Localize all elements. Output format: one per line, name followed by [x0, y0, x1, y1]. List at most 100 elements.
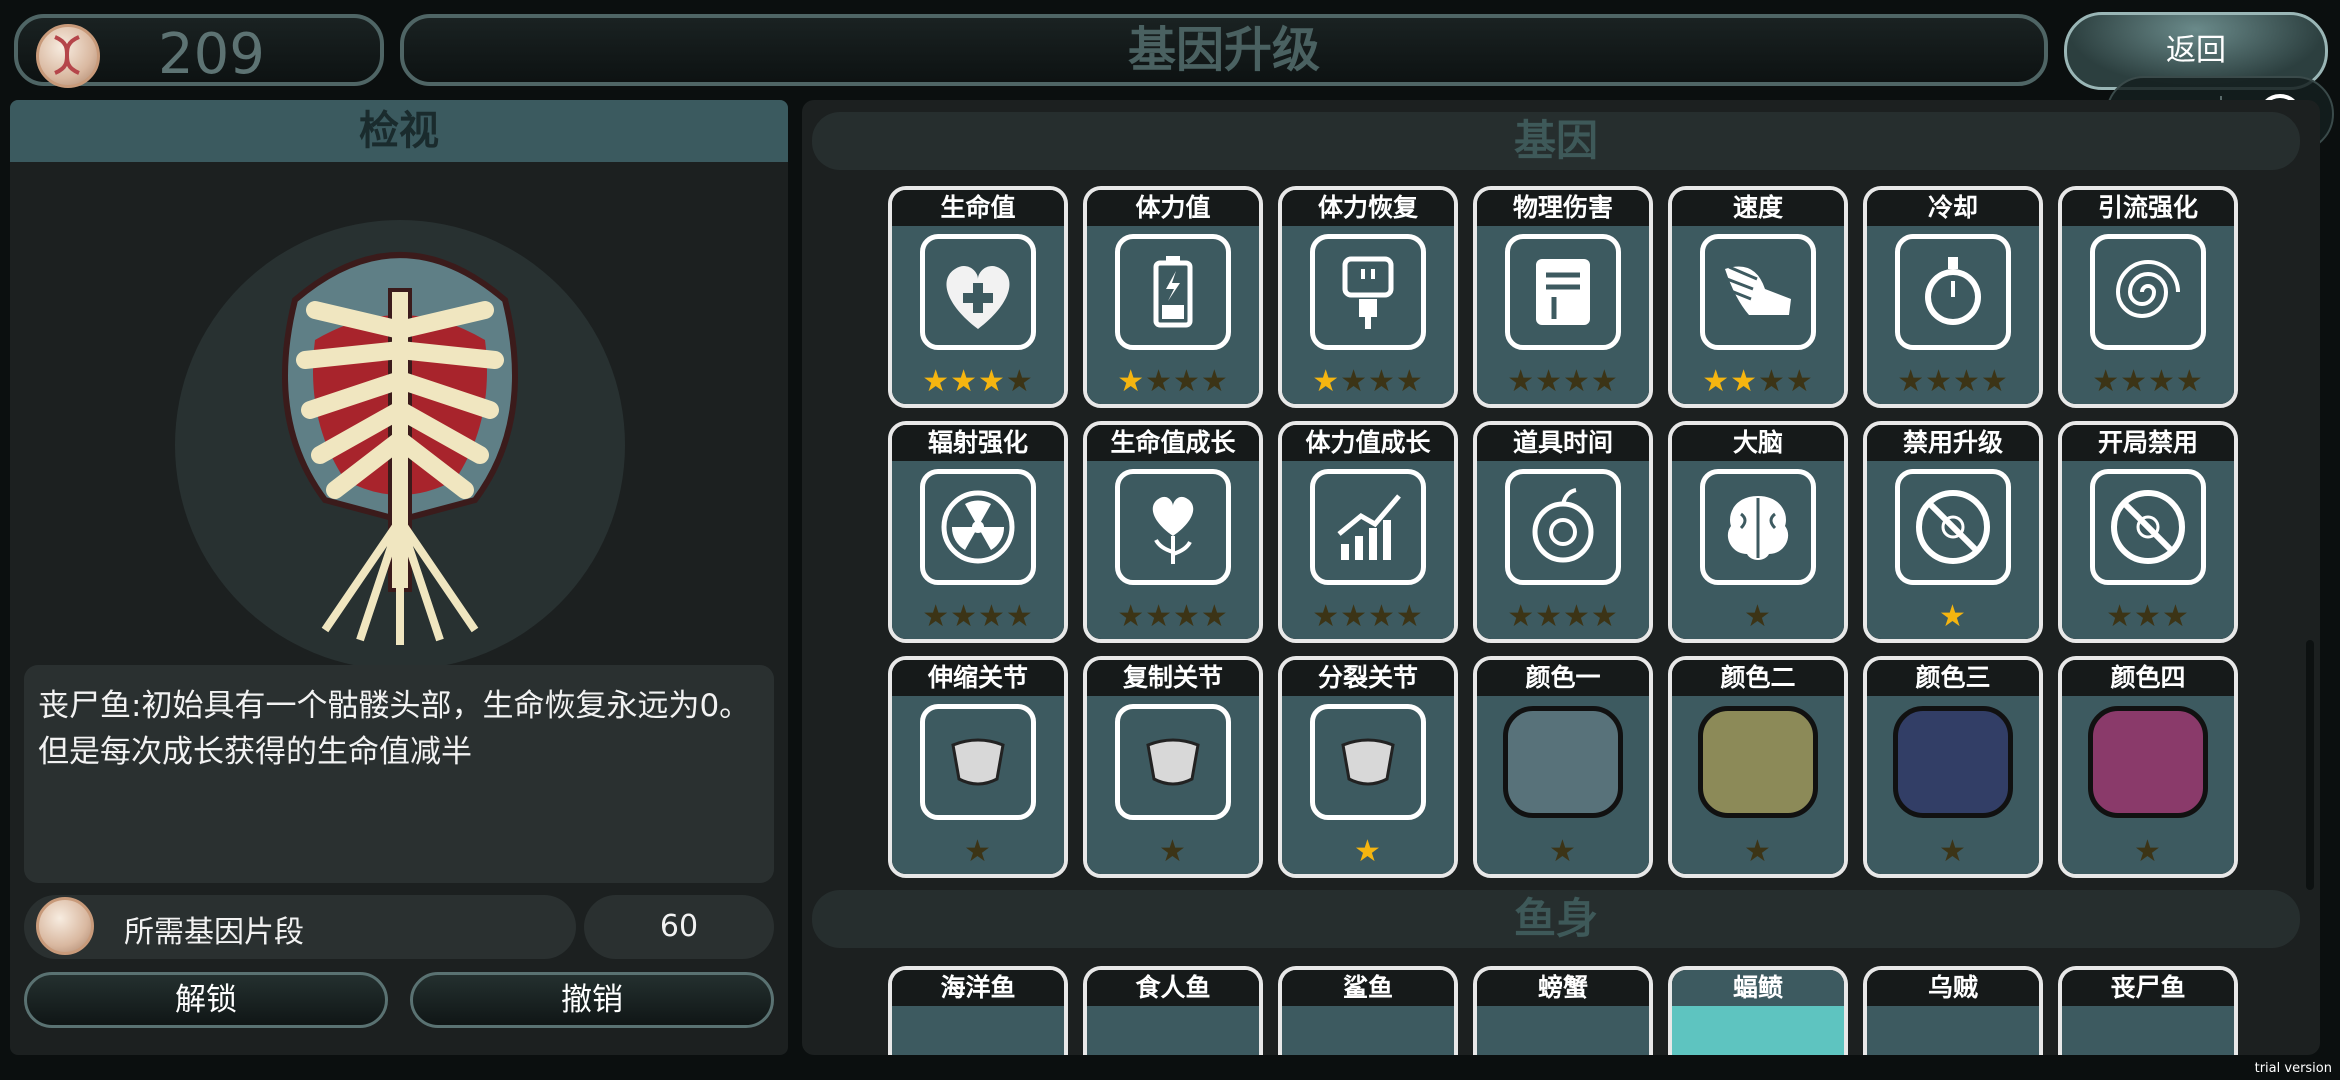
fish-body-card[interactable]: 蝠鲼: [1668, 966, 1848, 1055]
star-rating: ★★★★: [1477, 366, 1649, 398]
empty-star-icon: ★: [2092, 364, 2121, 399]
gene-card-title: 体力值成长: [1282, 425, 1454, 461]
gene-card-body: ★: [1477, 696, 1649, 874]
gene-card[interactable]: 颜色一 ★: [1473, 656, 1653, 878]
scrollbar[interactable]: [2306, 640, 2314, 890]
empty-star-icon: ★: [1549, 834, 1577, 869]
page-title: 基因升级: [1127, 22, 1320, 78]
gene-card[interactable]: 物理伤害 ★★★★: [1473, 186, 1653, 408]
empty-star-icon: ★: [1005, 599, 1034, 634]
unlock-button[interactable]: 解锁: [24, 972, 388, 1028]
winged-shoe-icon: [1700, 234, 1816, 350]
gene-card-title: 引流强化: [2062, 190, 2234, 226]
fish-body-card[interactable]: 丧尸鱼: [2058, 966, 2238, 1055]
gene-card[interactable]: 冷却 ★★★★: [1863, 186, 2043, 408]
gene-card-title: 冷却: [1867, 190, 2039, 226]
empty-star-icon: ★: [2106, 599, 2135, 634]
gene-card[interactable]: 开局禁用 ★★★: [2058, 421, 2238, 643]
empty-star-icon: ★: [2175, 364, 2204, 399]
gene-card-title: 分裂关节: [1282, 660, 1454, 696]
gene-card-body: ★★★★: [2062, 226, 2234, 404]
required-fragments-row: 所需基因片段: [24, 895, 576, 959]
empty-star-icon: ★: [1507, 599, 1536, 634]
empty-star-icon: ★: [950, 599, 978, 634]
star-rating: ★★★★: [1282, 601, 1454, 633]
star-rating: ★: [2062, 836, 2234, 868]
fish-body-card-body: [1672, 1006, 1844, 1055]
plug-icon: [1310, 234, 1426, 350]
gene-card-title: 复制关节: [1087, 660, 1259, 696]
gene-card[interactable]: 生命值成长 ★★★★: [1083, 421, 1263, 643]
empty-star-icon: ★: [1925, 364, 1953, 399]
filled-star-icon: ★: [1702, 364, 1731, 399]
fish-body-section-header: 鱼身: [812, 890, 2300, 948]
dna-fragment-icon: [36, 897, 94, 955]
star-rating: ★: [1672, 836, 1844, 868]
gene-card-title: 颜色一: [1477, 660, 1649, 696]
star-rating: ★★★★: [1087, 601, 1259, 633]
fish-body-card[interactable]: 乌贼: [1863, 966, 2043, 1055]
gene-card[interactable]: 体力恢复 ★★★★: [1278, 186, 1458, 408]
fish-portrait: [175, 220, 625, 670]
gene-card-title: 颜色三: [1867, 660, 2039, 696]
gene-card[interactable]: 禁用升级 ★: [1863, 421, 2043, 643]
gene-card[interactable]: 伸缩关节 ★: [888, 656, 1068, 878]
empty-star-icon: ★: [1340, 364, 1368, 399]
fish-body-card[interactable]: 螃蟹: [1473, 966, 1653, 1055]
gene-card-body: ★: [1087, 696, 1259, 874]
radiation-icon: [920, 469, 1036, 585]
star-rating: ★: [1087, 836, 1259, 868]
empty-star-icon: ★: [964, 834, 992, 869]
cancel-button[interactable]: 撤销: [410, 972, 774, 1028]
color-swatch: [2088, 706, 2208, 818]
fish-body-card-body: [1477, 1006, 1649, 1055]
empty-star-icon: ★: [1939, 834, 1967, 869]
empty-star-icon: ★: [1159, 834, 1187, 869]
gene-card-body: ★★★★: [1087, 461, 1259, 639]
filled-star-icon: ★: [922, 364, 951, 399]
gene-card[interactable]: 速度 ★★★★: [1668, 186, 1848, 408]
empty-star-icon: ★: [1953, 364, 1981, 399]
star-rating: ★★★★: [1867, 366, 2039, 398]
gene-card-body: ★★★★: [1672, 226, 1844, 404]
description-line-2: 但是每次成长获得的生命值减半: [38, 734, 472, 770]
gene-card[interactable]: 颜色三 ★: [1863, 656, 2043, 878]
gene-card-body: ★★★★: [1087, 226, 1259, 404]
gene-card[interactable]: 体力值成长 ★★★★: [1278, 421, 1458, 643]
gene-card-body: ★: [1282, 696, 1454, 874]
gene-card[interactable]: 颜色四 ★: [2058, 656, 2238, 878]
gene-card-title: 体力值: [1087, 190, 1259, 226]
star-rating: ★★★: [2062, 601, 2234, 633]
gene-card[interactable]: 引流强化 ★★★★: [2058, 186, 2238, 408]
empty-star-icon: ★: [1744, 599, 1772, 634]
gene-card-title: 开局禁用: [2062, 425, 2234, 461]
fish-body-card[interactable]: 鲨鱼: [1278, 966, 1458, 1055]
gene-card-body: ★★★★: [1477, 226, 1649, 404]
heart-plus-icon: [920, 234, 1036, 350]
gene-card-title: 生命值: [892, 190, 1064, 226]
star-rating: ★★★★: [1087, 366, 1259, 398]
gene-card[interactable]: 大脑 ★: [1668, 421, 1848, 643]
fish-body-card[interactable]: 海洋鱼: [888, 966, 1068, 1055]
inspect-header: 检视: [10, 100, 788, 162]
gene-card-body: ★: [1867, 461, 2039, 639]
gene-card-title: 禁用升级: [1867, 425, 2039, 461]
empty-star-icon: ★: [1145, 364, 1173, 399]
gene-card[interactable]: 道具时间 ★★★★: [1473, 421, 1653, 643]
empty-star-icon: ★: [1200, 364, 1229, 399]
empty-star-icon: ★: [978, 599, 1006, 634]
fish-body-card-title: 海洋鱼: [892, 970, 1064, 1006]
title-bar: 基因升级: [400, 14, 2048, 86]
gene-card[interactable]: 辐射强化 ★★★★: [888, 421, 1068, 643]
empty-star-icon: ★: [1758, 364, 1786, 399]
empty-star-icon: ★: [1785, 364, 1814, 399]
fish-body-card-body: [2062, 1006, 2234, 1055]
fish-body-card[interactable]: 食人鱼: [1083, 966, 1263, 1055]
empty-star-icon: ★: [1200, 599, 1229, 634]
zombie-fish-skeleton-icon: [282, 252, 518, 645]
gene-card[interactable]: 分裂关节 ★: [1278, 656, 1458, 878]
gene-card[interactable]: 体力值 ★★★★: [1083, 186, 1263, 408]
gene-card[interactable]: 复制关节 ★: [1083, 656, 1263, 878]
gene-card[interactable]: 颜色二 ★: [1668, 656, 1848, 878]
gene-card[interactable]: 生命值 ★★★★: [888, 186, 1068, 408]
